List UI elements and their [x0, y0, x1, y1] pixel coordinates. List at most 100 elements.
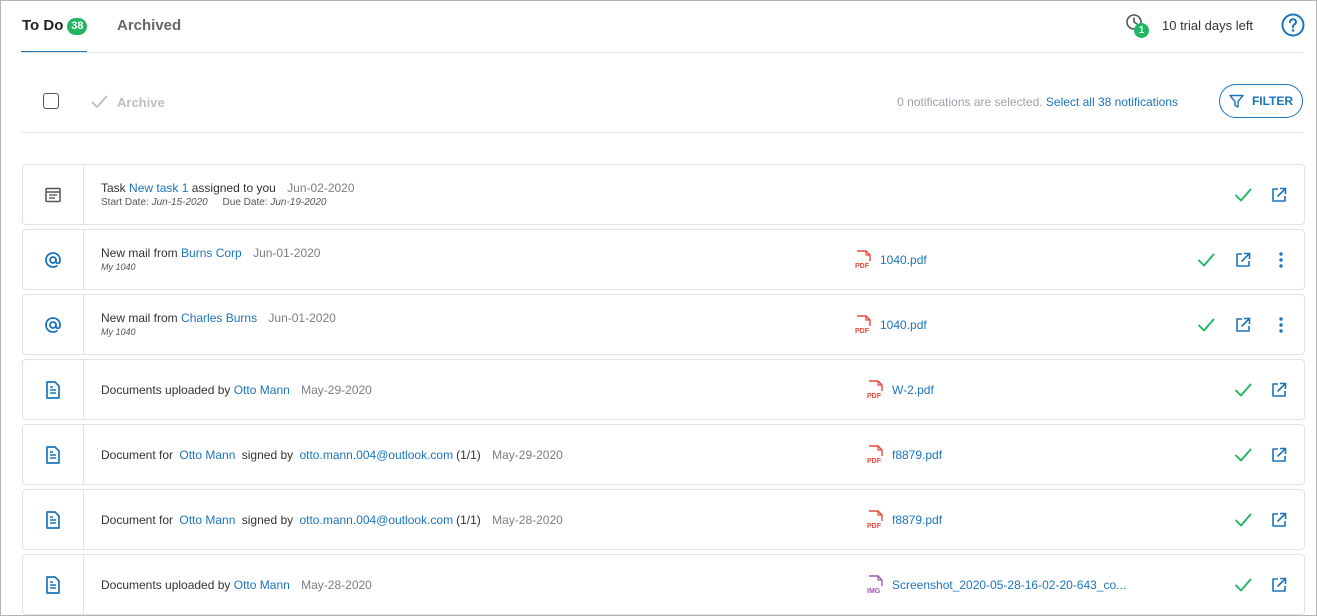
- signer-email-link[interactable]: otto.mann.004@outlook.com: [299, 513, 453, 527]
- notification-row[interactable]: Task New task 1 assigned to you Jun-02-2…: [22, 164, 1305, 225]
- selection-status: 0 notifications are selected. Select all…: [897, 95, 1178, 109]
- mark-done-check-icon[interactable]: [1197, 316, 1215, 334]
- start-date-label: Start Date:: [101, 197, 149, 208]
- notification-list: Task New task 1 assigned to you Jun-02-2…: [22, 164, 1305, 615]
- notification-row[interactable]: Documents uploaded by Otto Mann May-28-2…: [22, 554, 1305, 615]
- notification-text: Document for: [101, 512, 174, 527]
- tab-todo[interactable]: To Do 38: [22, 17, 88, 35]
- notification-content: Documents uploaded by Otto Mann May-29-2…: [101, 360, 372, 419]
- open-external-icon[interactable]: [1270, 576, 1288, 594]
- trial-count-badge: 1: [1134, 23, 1149, 38]
- header-divider: [21, 52, 1304, 53]
- select-all-checkbox[interactable]: [43, 93, 59, 109]
- open-external-icon[interactable]: [1270, 186, 1288, 204]
- task-link[interactable]: New task 1: [129, 181, 188, 195]
- attachment-name: f8879.pdf: [892, 512, 943, 527]
- attachment-link[interactable]: PDF W-2.pdf: [867, 360, 934, 419]
- row-actions: [1234, 165, 1288, 224]
- file-type-label: IMG: [867, 588, 881, 595]
- filter-icon: [1229, 94, 1244, 108]
- notification-icon-cell: [23, 295, 84, 354]
- image-file-icon: IMG: [867, 574, 883, 595]
- mark-done-check-icon[interactable]: [1234, 511, 1252, 529]
- help-icon[interactable]: [1281, 13, 1305, 37]
- notification-text: assigned to you: [191, 181, 276, 195]
- row-actions: [1234, 555, 1288, 614]
- more-options-icon[interactable]: [1272, 316, 1290, 334]
- notification-icon-cell: [23, 165, 84, 224]
- attachment-link[interactable]: IMG Screenshot_2020-05-28-16-02-20-643_c…: [867, 555, 1126, 614]
- attachment-link[interactable]: PDF 1040.pdf: [855, 230, 927, 289]
- row-actions: [1234, 490, 1288, 549]
- notification-row[interactable]: New mail from Burns Corp Jun-01-2020 My …: [22, 229, 1305, 290]
- due-date-label: Due Date:: [222, 197, 268, 208]
- open-external-icon[interactable]: [1234, 316, 1252, 334]
- attachment-name: 1040.pdf: [880, 317, 927, 332]
- archive-button[interactable]: Archive: [91, 92, 165, 112]
- file-type-label: PDF: [855, 263, 870, 270]
- mail-subject: My 1040: [101, 327, 136, 337]
- notification-icon-cell: [23, 490, 84, 549]
- mark-done-check-icon[interactable]: [1197, 251, 1215, 269]
- client-link[interactable]: Otto Mann: [179, 448, 235, 462]
- at-mail-icon: [45, 316, 61, 333]
- open-external-icon[interactable]: [1270, 511, 1288, 529]
- notification-content: Task New task 1 assigned to you Jun-02-2…: [101, 165, 355, 224]
- mark-done-check-icon[interactable]: [1234, 576, 1252, 594]
- notifications-panel: To Do 38 Archived 1 10 trial days left Ar…: [0, 0, 1317, 616]
- client-link[interactable]: Otto Mann: [234, 383, 290, 397]
- signature-count: (1/1): [456, 512, 481, 527]
- client-link[interactable]: Otto Mann: [179, 513, 235, 527]
- pdf-file-icon: PDF: [867, 379, 883, 400]
- client-link[interactable]: Otto Mann: [234, 578, 290, 592]
- signer-email-link[interactable]: otto.mann.004@outlook.com: [299, 448, 453, 462]
- attachment-link[interactable]: PDF 1040.pdf: [855, 295, 927, 354]
- attachment-name: W-2.pdf: [892, 382, 934, 397]
- file-type-label: PDF: [855, 328, 870, 335]
- notification-row[interactable]: Documents uploaded by Otto Mann May-29-2…: [22, 359, 1305, 420]
- pdf-file-icon: PDF: [855, 314, 871, 335]
- notification-date: Jun-01-2020: [253, 246, 321, 260]
- sender-link[interactable]: Charles Burns: [181, 311, 257, 325]
- due-date-value: Jun-19-2020: [270, 197, 327, 208]
- open-external-icon[interactable]: [1270, 381, 1288, 399]
- toolbar-divider: [21, 132, 1304, 133]
- pdf-file-icon: PDF: [867, 444, 883, 465]
- mark-done-check-icon[interactable]: [1234, 446, 1252, 464]
- check-icon: [91, 95, 108, 108]
- notification-text: Task: [101, 181, 126, 195]
- tab-archived[interactable]: Archived: [117, 17, 181, 34]
- mark-done-check-icon[interactable]: [1234, 186, 1252, 204]
- filter-label: FILTER: [1251, 94, 1294, 108]
- open-external-icon[interactable]: [1270, 446, 1288, 464]
- pdf-file-icon: PDF: [867, 509, 883, 530]
- filter-button[interactable]: FILTER: [1219, 84, 1303, 118]
- notification-text: signed by: [241, 512, 294, 527]
- sender-link[interactable]: Burns Corp: [181, 246, 242, 260]
- notification-row[interactable]: Document for Otto Mann signed by otto.ma…: [22, 489, 1305, 550]
- notification-date: Jun-02-2020: [287, 181, 355, 195]
- mark-done-check-icon[interactable]: [1234, 381, 1252, 399]
- archive-label: Archive: [117, 94, 165, 110]
- notification-content: Document for Otto Mann signed by otto.ma…: [101, 425, 563, 484]
- select-all-link[interactable]: Select all 38 notifications: [1046, 95, 1178, 109]
- document-icon: [46, 510, 60, 529]
- row-actions: [1197, 295, 1290, 354]
- attachment-link[interactable]: PDF f8879.pdf: [867, 490, 942, 549]
- document-icon: [46, 380, 60, 399]
- notification-text: New mail from: [101, 311, 178, 325]
- attachment-link[interactable]: PDF f8879.pdf: [867, 425, 942, 484]
- notification-row[interactable]: Document for Otto Mann signed by otto.ma…: [22, 424, 1305, 485]
- notification-text: Document for: [101, 447, 174, 462]
- pdf-file-icon: PDF: [855, 249, 871, 270]
- open-external-icon[interactable]: [1234, 251, 1252, 269]
- notification-row[interactable]: New mail from Charles Burns Jun-01-2020 …: [22, 294, 1305, 355]
- notification-text: signed by: [241, 447, 294, 462]
- row-actions: [1197, 230, 1290, 289]
- document-icon: [46, 575, 60, 594]
- attachment-name: f8879.pdf: [892, 447, 943, 462]
- notification-content: Documents uploaded by Otto Mann May-28-2…: [101, 555, 372, 614]
- notification-date: May-28-2020: [492, 512, 563, 527]
- more-options-icon[interactable]: [1272, 251, 1290, 269]
- row-actions: [1234, 360, 1288, 419]
